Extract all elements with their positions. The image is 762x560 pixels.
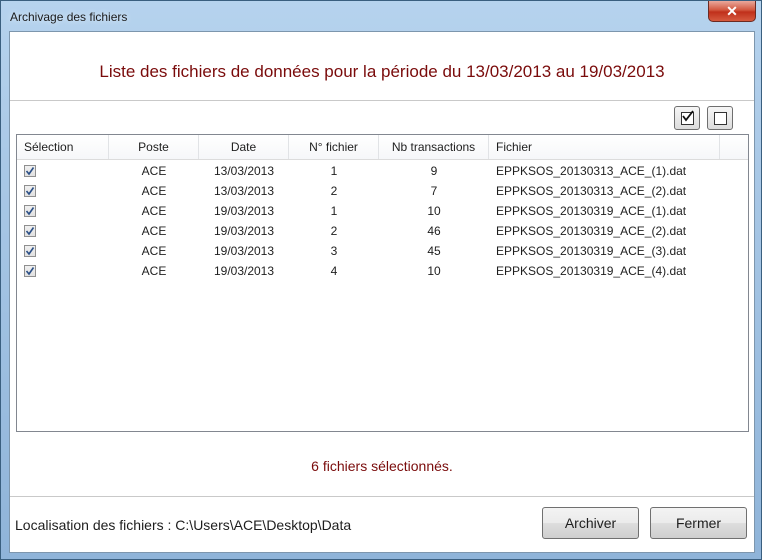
- table-row[interactable]: ACE 19/03/2013 3 45 EPPKSOS_20130319_ACE_(3)…: [17, 241, 748, 261]
- cell-fichier: EPPKSOS_20130313_ACE_(2).dat: [496, 184, 687, 198]
- cell-poste: ACE: [141, 204, 167, 218]
- row-checkbox[interactable]: [24, 265, 36, 277]
- dialog-body: Liste des fichiers de données pour la pé…: [9, 31, 755, 553]
- cell-date: 19/03/2013: [213, 224, 275, 238]
- table-row[interactable]: ACE 13/03/2013 1 9 EPPKSOS_20130313_ACE_(1).…: [17, 161, 748, 181]
- table-row[interactable]: ACE 13/03/2013 2 7 EPPKSOS_20130313_ACE_(2).…: [17, 181, 748, 201]
- cell-fichier: EPPKSOS_20130319_ACE_(1).dat: [496, 204, 687, 218]
- row-checkbox[interactable]: [24, 165, 36, 177]
- cell-nb-transactions: 10: [427, 264, 441, 278]
- close-icon: ✕: [726, 2, 738, 19]
- row-checkbox[interactable]: [24, 225, 36, 237]
- row-checkbox[interactable]: [24, 245, 36, 257]
- files-table[interactable]: Sélection Poste Date N° fichier Nb trans…: [16, 134, 749, 432]
- cell-nb-transactions: 7: [430, 184, 438, 198]
- cell-nb-transactions: 45: [427, 244, 441, 258]
- cell-nb-transactions: 9: [430, 164, 438, 178]
- close-button[interactable]: Fermer: [650, 507, 747, 539]
- cell-fichier: EPPKSOS_20130319_ACE_(2).dat: [496, 224, 687, 238]
- col-header-selection[interactable]: Sélection: [17, 135, 109, 159]
- cell-date: 19/03/2013: [213, 244, 275, 258]
- cell-poste: ACE: [141, 224, 167, 238]
- window-close-button[interactable]: ✕: [708, 1, 756, 22]
- check-all-button[interactable]: [674, 106, 700, 130]
- cell-fichier: EPPKSOS_20130313_ACE_(1).dat: [496, 164, 687, 178]
- cell-poste: ACE: [141, 264, 167, 278]
- selection-cell: [17, 241, 109, 261]
- cell-fichier: EPPKSOS_20130319_ACE_(3).dat: [496, 244, 687, 258]
- table-header: Sélection Poste Date N° fichier Nb trans…: [17, 135, 748, 160]
- selection-status: 6 fichiers sélectionnés.: [311, 458, 453, 474]
- cell-date: 19/03/2013: [213, 204, 275, 218]
- cell-num-fichier: 2: [330, 184, 338, 198]
- cell-poste: ACE: [141, 184, 167, 198]
- col-header-fichier[interactable]: Fichier: [489, 135, 720, 159]
- checkbox-checked-icon: [680, 109, 694, 125]
- selection-cell: [17, 161, 109, 181]
- cell-num-fichier: 3: [330, 244, 338, 258]
- cell-num-fichier: 1: [330, 204, 338, 218]
- archive-button[interactable]: Archiver: [542, 507, 639, 539]
- title-bar[interactable]: Archivage des fichiers ✕: [1, 1, 761, 31]
- selection-cell: [17, 181, 109, 201]
- row-checkbox[interactable]: [24, 185, 36, 197]
- col-header-nb-transactions[interactable]: Nb transactions: [379, 135, 489, 159]
- dialog-window: Archivage des fichiers ✕ Liste des fichi…: [0, 0, 762, 560]
- col-header-date[interactable]: Date: [199, 135, 289, 159]
- cell-nb-transactions: 46: [427, 224, 441, 238]
- cell-fichier: EPPKSOS_20130319_ACE_(4).dat: [496, 264, 687, 278]
- col-header-poste[interactable]: Poste: [109, 135, 199, 159]
- cell-date: 13/03/2013: [213, 184, 275, 198]
- cell-date: 13/03/2013: [213, 164, 275, 178]
- cell-num-fichier: 2: [330, 224, 338, 238]
- uncheck-all-button[interactable]: [707, 106, 733, 130]
- cell-num-fichier: 4: [330, 264, 338, 278]
- table-row[interactable]: ACE 19/03/2013 2 46 EPPKSOS_20130319_ACE_(2)…: [17, 221, 748, 241]
- cell-date: 19/03/2013: [213, 264, 275, 278]
- selection-cell: [17, 201, 109, 221]
- page-title: Liste des fichiers de données pour la pé…: [99, 62, 665, 81]
- table-row[interactable]: ACE 19/03/2013 1 10 EPPKSOS_20130319_ACE_(1)…: [17, 201, 748, 221]
- checkbox-empty-icon: [713, 111, 727, 125]
- divider-bottom: [10, 496, 754, 497]
- cell-poste: ACE: [141, 164, 167, 178]
- col-header-num-fichier[interactable]: N° fichier: [289, 135, 379, 159]
- window-title: Archivage des fichiers: [10, 10, 128, 24]
- cell-nb-transactions: 10: [427, 204, 441, 218]
- table-row[interactable]: ACE 19/03/2013 4 10 EPPKSOS_20130319_ACE_(4)…: [17, 261, 748, 281]
- files-location: Localisation des fichiers : C:\Users\ACE…: [15, 517, 352, 533]
- cell-num-fichier: 1: [330, 164, 338, 178]
- divider-top: [10, 100, 754, 101]
- row-checkbox[interactable]: [24, 205, 36, 217]
- cell-poste: ACE: [141, 244, 167, 258]
- selection-cell: [17, 221, 109, 241]
- selection-cell: [17, 261, 109, 281]
